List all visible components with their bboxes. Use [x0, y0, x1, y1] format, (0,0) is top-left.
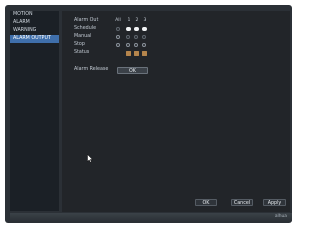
- ok-button[interactable]: OK: [195, 199, 217, 206]
- sidebar-item-alarm[interactable]: ALARM: [10, 19, 59, 27]
- manual-ch3-radio[interactable]: [142, 35, 146, 39]
- row-label-status: Status: [74, 50, 90, 55]
- alarm-out-header-label: Alarm Out: [74, 18, 99, 23]
- alarm-settings-window: MOTION ALARM WARNING ALARM OUTPUT Alarm …: [5, 5, 292, 223]
- mouse-cursor-icon: [87, 154, 93, 163]
- apply-button[interactable]: Apply: [263, 199, 286, 206]
- status-bar: alhua: [10, 213, 292, 222]
- cancel-button[interactable]: Cancel: [231, 199, 253, 206]
- alarm-release-label: Alarm Release: [74, 67, 109, 72]
- alarm-output-panel: Alarm Out All 1 2 3 Schedule Manual Stop…: [62, 11, 290, 212]
- status-indicator-2: [133, 50, 139, 56]
- column-header-1: 1: [127, 18, 131, 23]
- stop-all-radio[interactable]: [116, 43, 120, 47]
- stop-ch2-radio[interactable]: [134, 43, 138, 47]
- row-label-manual: Manual: [74, 34, 92, 39]
- status-indicator-3: [141, 50, 147, 56]
- manual-ch2-radio[interactable]: [134, 35, 138, 39]
- alarm-release-ok-button[interactable]: OK: [117, 66, 148, 74]
- row-label-stop: Stop: [74, 42, 85, 47]
- brand-logo: alhua: [274, 214, 287, 219]
- sidebar-item-alarm-output[interactable]: ALARM OUTPUT: [10, 35, 59, 43]
- stop-ch1-radio[interactable]: [126, 43, 130, 47]
- column-header-3: 3: [143, 18, 147, 23]
- schedule-ch3-radio[interactable]: [142, 26, 147, 32]
- sidebar-item-motion[interactable]: MOTION: [10, 11, 59, 19]
- schedule-all-radio[interactable]: [116, 27, 120, 31]
- manual-all-radio[interactable]: [116, 35, 120, 39]
- schedule-ch2-radio[interactable]: [134, 26, 139, 32]
- column-header-all: All: [115, 18, 121, 23]
- stop-ch3-radio[interactable]: [142, 43, 146, 47]
- column-header-2: 2: [135, 18, 139, 23]
- status-indicator-1: [125, 50, 131, 56]
- sidebar: MOTION ALARM WARNING ALARM OUTPUT: [10, 11, 59, 211]
- manual-ch1-radio[interactable]: [126, 35, 130, 39]
- sidebar-item-warning[interactable]: WARNING: [10, 27, 59, 35]
- row-label-schedule: Schedule: [74, 26, 97, 31]
- schedule-ch1-radio[interactable]: [126, 26, 131, 32]
